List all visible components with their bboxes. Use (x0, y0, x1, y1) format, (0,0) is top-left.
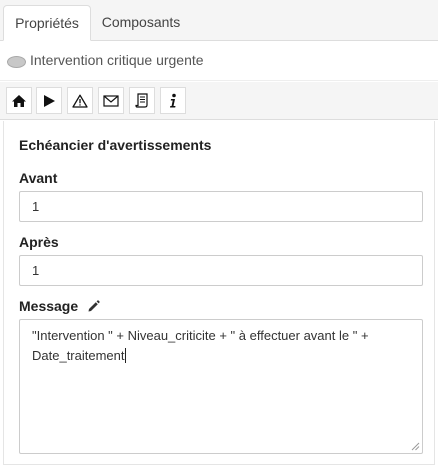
home-button[interactable] (6, 87, 32, 114)
play-icon (44, 94, 55, 107)
message-line-2-text: Date_traitement (32, 348, 125, 363)
pencil-icon[interactable] (87, 300, 100, 313)
script-button[interactable] (129, 87, 155, 114)
avant-label: Avant (19, 170, 58, 186)
mail-icon (103, 94, 119, 107)
play-button[interactable] (36, 87, 62, 114)
element-header: Intervention critique urgente (0, 41, 438, 81)
home-icon (12, 94, 26, 107)
script-icon (135, 93, 148, 108)
mail-button[interactable] (98, 87, 124, 114)
text-cursor (124, 348, 126, 363)
tab-proprietes[interactable]: Propriétés (3, 5, 91, 41)
apres-input[interactable]: 1 (19, 255, 423, 286)
message-textarea[interactable]: "Intervention " + Niveau_criticite + " à… (19, 319, 423, 454)
tab-composants[interactable]: Composants (91, 5, 191, 41)
apres-label: Après (19, 234, 59, 250)
message-label: Message (19, 298, 100, 314)
warning-icon (72, 94, 88, 108)
info-icon (170, 93, 176, 107)
section-title: Echéancier d'avertissements (19, 137, 212, 153)
element-title: Intervention critique urgente (30, 52, 204, 68)
warning-button[interactable] (67, 87, 93, 114)
avant-input[interactable]: 1 (19, 191, 423, 222)
message-line-2: Date_traitement (32, 346, 410, 366)
resize-handle-icon[interactable] (411, 442, 420, 451)
ellipse-shape-icon (7, 56, 26, 68)
info-button[interactable] (160, 87, 186, 114)
message-line-1: "Intervention " + Niveau_criticite + " à… (32, 328, 369, 343)
message-label-text: Message (19, 298, 79, 314)
tab-bar: Propriétés Composants (0, 0, 438, 41)
toolbar (0, 82, 438, 120)
